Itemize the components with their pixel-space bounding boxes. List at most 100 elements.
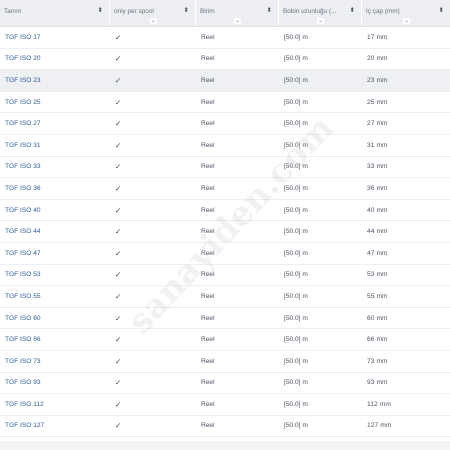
inner-diameter-cell: 27 mm: [367, 120, 388, 128]
spool-length-cell: [50.0] m: [284, 249, 308, 257]
chevron-down-icon[interactable]: ⌄: [403, 18, 410, 24]
table-row[interactable]: TGF ISO 44 ✓ Reel [50.0] m 44 mm: [0, 221, 450, 243]
checkmark-icon: ✓: [115, 270, 122, 280]
product-code-link[interactable]: TGF ISO 23: [0, 77, 110, 84]
spool-length-cell: [50.0] m: [284, 271, 308, 279]
table-row[interactable]: TGF ISO 53 ✓ Reel [50.0] m 53 mm: [0, 265, 450, 287]
checkmark-icon: ✓: [115, 356, 122, 366]
spool-length-cell: [50.0] m: [284, 184, 308, 192]
unit-cell: Reel: [201, 336, 215, 344]
table-row[interactable]: TGF ISO 93 ✓ Reel [50.0] m 93 mm: [0, 373, 450, 395]
product-code-link[interactable]: TGF ISO 47: [0, 250, 110, 257]
inner-diameter-cell: 47 mm: [367, 249, 388, 257]
checkmark-icon: ✓: [115, 335, 122, 345]
table-row[interactable]: TGF ISO 27 ✓ Reel [50.0] m 27 mm: [0, 113, 450, 135]
inner-diameter-cell: 60 mm: [367, 314, 388, 322]
inner-diameter-cell: 53 mm: [367, 271, 388, 279]
unit-cell: Reel: [201, 249, 215, 257]
table-row[interactable]: TGF ISO 73 ✓ Reel [50.0] m 73 mm: [0, 351, 450, 373]
unit-cell: Reel: [201, 184, 215, 192]
column-header-tanim[interactable]: Tanım ⬍: [0, 0, 110, 26]
spool-length-cell: [50.0] m: [284, 228, 308, 236]
unit-cell: Reel: [201, 357, 215, 365]
inner-diameter-cell: 17 mm: [367, 33, 388, 41]
unit-cell: Reel: [201, 98, 215, 106]
product-code-link[interactable]: TGF ISO 20: [0, 55, 110, 62]
checkmark-icon: ✓: [115, 378, 122, 388]
column-header-ic-cap[interactable]: İç çap (mm) ⬍ ⌄: [362, 0, 450, 26]
spool-length-cell: [50.0] m: [284, 357, 308, 365]
sort-arrows-icon[interactable]: ⬍: [98, 7, 103, 15]
table-row[interactable]: TGF ISO 31 ✓ Reel [50.0] m 31 mm: [0, 135, 450, 157]
unit-cell: Reel: [201, 292, 215, 300]
checkmark-icon: ✓: [115, 54, 122, 64]
spool-length-cell: [50.0] m: [284, 422, 308, 430]
table-row[interactable]: TGF ISO 47 ✓ Reel [50.0] m 47 mm: [0, 243, 450, 265]
table-row[interactable]: TGF ISO 40 ✓ Reel [50.0] m 40 mm: [0, 200, 450, 222]
product-code-link[interactable]: TGF ISO 27: [0, 120, 110, 127]
table-row[interactable]: TGF ISO 25 ✓ Reel [50.0] m 25 mm: [0, 92, 450, 114]
inner-diameter-cell: 25 mm: [367, 98, 388, 106]
table-row[interactable]: TGF ISO 60 ✓ Reel [50.0] m 60 mm: [0, 308, 450, 330]
unit-cell: Reel: [201, 33, 215, 41]
product-code-link[interactable]: TGF ISO 25: [0, 99, 110, 106]
product-code-link[interactable]: TGF ISO 66: [0, 336, 110, 343]
table-row[interactable]: TGF ISO 33 ✓ Reel [50.0] m 33 mm: [0, 157, 450, 179]
product-code-link[interactable]: TGF ISO 73: [0, 358, 110, 365]
unit-cell: Reel: [201, 379, 215, 387]
chevron-down-icon[interactable]: ⌄: [149, 18, 157, 24]
product-table: Tanım ⬍ only per spool ⬍ ⌄ Birim ⬍ ⌄ Bob…: [0, 0, 450, 438]
product-code-link[interactable]: TGF ISO 60: [0, 315, 110, 322]
checkmark-icon: ✓: [115, 97, 122, 107]
table-row[interactable]: TGF ISO 127 ✓ Reel [50.0] m 127 mm: [0, 416, 450, 438]
column-header-only-per-spool[interactable]: only per spool ⬍ ⌄: [110, 0, 196, 26]
product-code-link[interactable]: TGF ISO 40: [0, 207, 110, 214]
product-code-link[interactable]: TGF ISO 112: [0, 401, 110, 408]
sort-arrows-icon[interactable]: ⬍: [439, 7, 444, 15]
table-row[interactable]: TGF ISO 23 ✓ Reel [50.0] m 23 mm: [0, 70, 450, 92]
sort-arrows-icon[interactable]: ⬍: [267, 7, 272, 15]
spool-length-cell: [50.0] m: [284, 206, 308, 214]
inner-diameter-cell: 40 mm: [367, 206, 388, 214]
checkmark-icon: ✓: [115, 248, 122, 258]
column-header-label: İç çap (mm): [366, 8, 400, 15]
column-header-label: Birim: [200, 8, 215, 15]
product-code-link[interactable]: TGF ISO 31: [0, 142, 110, 149]
inner-diameter-cell: 44 mm: [367, 228, 388, 236]
chevron-down-icon[interactable]: ⌄: [234, 18, 241, 24]
product-code-link[interactable]: TGF ISO 17: [0, 34, 110, 41]
checkmark-icon: ✓: [115, 399, 122, 409]
spool-length-cell: [50.0] m: [284, 55, 308, 63]
sort-arrows-icon[interactable]: ⬍: [184, 7, 189, 15]
spool-length-cell: [50.0] m: [284, 76, 308, 84]
column-header-label: Bobin uzunluğu (...: [283, 8, 337, 15]
checkmark-icon: ✓: [115, 227, 122, 237]
product-code-link[interactable]: TGF ISO 127: [0, 422, 110, 429]
product-code-link[interactable]: TGF ISO 44: [0, 228, 110, 235]
table-row[interactable]: TGF ISO 36 ✓ Reel [50.0] m 36 mm: [0, 178, 450, 200]
unit-cell: Reel: [201, 163, 215, 171]
table-row[interactable]: TGF ISO 112 ✓ Reel [50.0] m 112 mm: [0, 394, 450, 416]
product-code-link[interactable]: TGF ISO 93: [0, 379, 110, 386]
product-code-link[interactable]: TGF ISO 53: [0, 271, 110, 278]
table-footer-strip: [0, 441, 450, 450]
spool-length-cell: [50.0] m: [284, 120, 308, 128]
product-code-link[interactable]: TGF ISO 33: [0, 163, 110, 170]
unit-cell: Reel: [201, 120, 215, 128]
table-row[interactable]: TGF ISO 55 ✓ Reel [50.0] m 55 mm: [0, 286, 450, 308]
inner-diameter-cell: 20 mm: [367, 55, 388, 63]
spool-length-cell: [50.0] m: [284, 163, 308, 171]
sort-arrows-icon[interactable]: ⬍: [350, 7, 355, 15]
unit-cell: Reel: [201, 206, 215, 214]
table-row[interactable]: TGF ISO 17 ✓ Reel [50.0] m 17 mm: [0, 27, 450, 49]
product-code-link[interactable]: TGF ISO 36: [0, 185, 110, 192]
inner-diameter-cell: 55 mm: [367, 292, 388, 300]
chevron-down-icon[interactable]: ⌄: [317, 18, 324, 24]
inner-diameter-cell: 66 mm: [367, 336, 388, 344]
column-header-bobin-uzunlugu[interactable]: Bobin uzunluğu (... ⬍ ⌄: [279, 0, 362, 26]
unit-cell: Reel: [201, 141, 215, 149]
column-header-birim[interactable]: Birim ⬍ ⌄: [196, 0, 279, 26]
table-row[interactable]: TGF ISO 20 ✓ Reel [50.0] m 20 mm: [0, 49, 450, 71]
product-code-link[interactable]: TGF ISO 55: [0, 293, 110, 300]
table-row[interactable]: TGF ISO 66 ✓ Reel [50.0] m 66 mm: [0, 329, 450, 351]
